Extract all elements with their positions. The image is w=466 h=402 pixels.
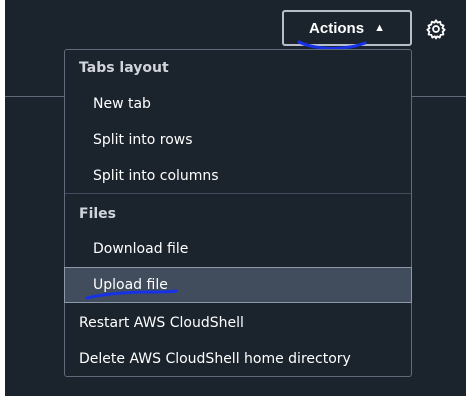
actions-button-label: Actions bbox=[309, 19, 365, 37]
menu-group-tabs-layout: Tabs layout bbox=[79, 60, 169, 76]
actions-dropdown-menu: Tabs layout New tab Split into rows Spli… bbox=[64, 49, 412, 377]
menu-item-delete-home-directory[interactable]: Delete AWS CloudShell home directory bbox=[65, 341, 411, 377]
header-divider-left bbox=[5, 96, 64, 97]
menu-item-new-tab[interactable]: New tab bbox=[65, 86, 411, 122]
menu-group-files: Files bbox=[79, 206, 116, 222]
caret-up-icon: ▲ bbox=[374, 21, 385, 34]
menu-item-split-into-columns[interactable]: Split into columns bbox=[65, 158, 411, 194]
actions-button[interactable]: Actions ▲ bbox=[282, 10, 412, 46]
menu-item-split-into-rows[interactable]: Split into rows bbox=[65, 122, 411, 158]
menu-group-separator bbox=[65, 193, 411, 194]
menu-item-restart-cloudshell[interactable]: Restart AWS CloudShell bbox=[65, 305, 411, 341]
menu-item-upload-file[interactable]: Upload file bbox=[64, 267, 412, 303]
gear-icon[interactable] bbox=[425, 18, 447, 40]
menu-item-download-file[interactable]: Download file bbox=[65, 231, 411, 267]
header-divider-right bbox=[412, 96, 466, 97]
